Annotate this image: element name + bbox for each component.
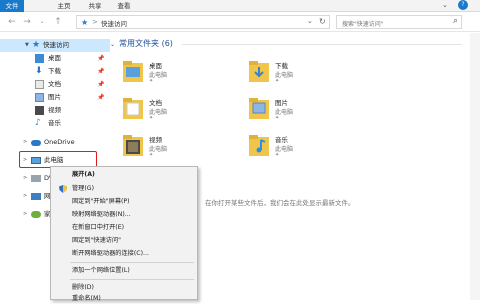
folder-name: 文档 bbox=[149, 99, 162, 107]
vertical-scrollbar[interactable] bbox=[470, 33, 480, 300]
pin-icon: 📌 bbox=[97, 94, 105, 101]
recent-files-empty-message: 在你打开某些文件后，我们会在此处显示最新文件。 bbox=[205, 199, 355, 207]
tab-view[interactable]: 查看 bbox=[112, 0, 136, 12]
videos-icon bbox=[35, 106, 44, 115]
sidebar-item-label: 文档 bbox=[48, 80, 61, 88]
pin-icon: 📌 bbox=[97, 68, 105, 75]
folder-name: 音乐 bbox=[275, 136, 288, 144]
sidebar-item-label: OneDrive bbox=[44, 138, 75, 146]
folder-icon bbox=[249, 98, 269, 119]
ribbon-bar: 文件 主页 共享 查看 ⌄ ? bbox=[0, 0, 480, 12]
group-header[interactable]: ⌄ 常用文件夹 (6) bbox=[110, 38, 173, 49]
folder-name: 桌面 bbox=[149, 62, 162, 70]
sidebar-item-pictures[interactable]: 图片 📌 bbox=[0, 91, 110, 104]
refresh-icon[interactable]: ↻ bbox=[319, 17, 326, 26]
sidebar-item-label: 音乐 bbox=[48, 119, 61, 127]
chevron-down-icon[interactable]: ⌄ bbox=[110, 41, 115, 48]
menu-item-map-network-drive[interactable]: 映射网络驱动器(N)... bbox=[51, 209, 197, 220]
folder-name: 视频 bbox=[149, 136, 162, 144]
sidebar-item-label: 视频 bbox=[48, 106, 61, 114]
forward-arrow-icon[interactable]: → bbox=[21, 16, 33, 28]
recent-locations-icon[interactable]: ⌄ bbox=[36, 16, 48, 28]
pin-icon: 📌 bbox=[97, 55, 105, 62]
menu-item-add-network-location[interactable]: 添加一个网络位置(L) bbox=[51, 265, 197, 276]
download-icon: ⬇ bbox=[35, 66, 43, 76]
music-icon: ♪ bbox=[35, 118, 41, 128]
back-arrow-icon[interactable]: ← bbox=[6, 16, 18, 28]
quick-access-star-icon: ★ bbox=[81, 18, 89, 27]
chevron-right-icon[interactable]: > bbox=[23, 136, 27, 149]
breadcrumb-separator: > bbox=[92, 18, 98, 26]
search-placeholder: 搜索"快速访问" bbox=[342, 21, 384, 28]
network-icon bbox=[31, 193, 41, 200]
sidebar-item-label: 快速访问 bbox=[43, 41, 69, 49]
tab-home[interactable]: 主页 bbox=[52, 0, 76, 12]
folder-icon bbox=[123, 98, 143, 119]
sidebar-item-label: 下载 bbox=[48, 67, 61, 75]
chevron-down-icon[interactable]: ▼ bbox=[25, 39, 29, 52]
sidebar-item-onedrive[interactable]: > OneDrive bbox=[0, 136, 110, 149]
homegroup-icon bbox=[31, 211, 41, 218]
menu-item-pin-to-quick-access[interactable]: 固定到"快速访问" bbox=[51, 235, 197, 246]
folder-icon bbox=[249, 135, 269, 156]
menu-item-disconnect-network-drive[interactable]: 断开网络驱动器的连接(C)... bbox=[51, 248, 197, 259]
menu-separator bbox=[70, 262, 194, 263]
address-row: ← → ⌄ ↑ ★ > 快速访问 ⌄ ↻ 搜索"快速访问" ⌕ bbox=[0, 12, 480, 32]
group-title: 常用文件夹 (6) bbox=[119, 39, 173, 48]
pin-icon: ✦ bbox=[275, 152, 280, 158]
folder-music[interactable]: 音乐 此电脑 ✦ bbox=[248, 130, 448, 162]
desktop-icon bbox=[35, 54, 44, 63]
folder-icon bbox=[123, 135, 143, 156]
pin-icon: ✦ bbox=[149, 78, 154, 84]
menu-separator bbox=[70, 279, 194, 280]
pin-icon: ✦ bbox=[275, 78, 280, 84]
pictures-icon bbox=[35, 93, 44, 102]
uac-shield-icon bbox=[59, 185, 67, 193]
sidebar-item-documents[interactable]: 文档 📌 bbox=[0, 78, 110, 91]
group-divider bbox=[182, 44, 462, 45]
up-arrow-icon[interactable]: ↑ bbox=[52, 16, 64, 28]
folder-name: 图片 bbox=[275, 99, 288, 107]
folder-downloads[interactable]: 下载 此电脑 ✦ bbox=[248, 56, 448, 88]
breadcrumb[interactable]: 快速访问 bbox=[101, 18, 127, 28]
tab-share[interactable]: 共享 bbox=[83, 0, 107, 12]
documents-icon bbox=[35, 80, 44, 89]
search-icon: ⌕ bbox=[452, 16, 458, 26]
menu-item-expand[interactable]: 展开(A) bbox=[51, 169, 197, 180]
menu-item-rename[interactable]: 重命名(M) bbox=[51, 293, 197, 304]
sidebar-item-downloads[interactable]: ⬇ 下载 📌 bbox=[0, 65, 110, 78]
sidebar-item-music[interactable]: ♪ 音乐 bbox=[0, 117, 110, 130]
chevron-down-icon[interactable]: ⌄ bbox=[307, 17, 313, 25]
menu-item-pin-to-start[interactable]: 固定到"开始"屏幕(P) bbox=[51, 196, 197, 207]
search-input[interactable]: 搜索"快速访问" ⌕ bbox=[336, 15, 462, 29]
sidebar-item-desktop[interactable]: 桌面 📌 bbox=[0, 52, 110, 65]
help-icon[interactable]: ? bbox=[458, 0, 468, 10]
folder-icon bbox=[249, 61, 269, 82]
sidebar-item-quick-access[interactable]: ▼ ★ 快速访问 bbox=[0, 39, 110, 52]
folder-pictures[interactable]: 图片 此电脑 ✦ bbox=[248, 93, 448, 125]
pin-icon: 📌 bbox=[97, 81, 105, 88]
chevron-down-icon[interactable]: ⌄ bbox=[442, 1, 448, 9]
chevron-right-icon[interactable]: > bbox=[23, 190, 27, 203]
folder-icon bbox=[123, 61, 143, 82]
star-icon: ★ bbox=[32, 40, 41, 50]
chevron-right-icon[interactable]: > bbox=[23, 208, 27, 221]
sidebar-item-videos[interactable]: 视频 bbox=[0, 104, 110, 117]
context-menu: 展开(A) 管理(G) 固定到"开始"屏幕(P) 映射网络驱动器(N)... 在… bbox=[50, 166, 198, 302]
menu-item-manage[interactable]: 管理(G) bbox=[51, 183, 197, 194]
sidebar-item-label: 图片 bbox=[48, 93, 61, 101]
tab-file[interactable]: 文件 bbox=[0, 0, 24, 12]
drive-icon bbox=[31, 175, 41, 182]
menu-item-delete[interactable]: 删除(D) bbox=[51, 282, 197, 293]
pin-icon: ✦ bbox=[149, 152, 154, 158]
folder-name: 下载 bbox=[275, 62, 288, 70]
chevron-right-icon[interactable]: > bbox=[23, 172, 27, 185]
menu-item-open-new-window[interactable]: 在新窗口中打开(E) bbox=[51, 222, 197, 233]
address-bar[interactable]: ★ > 快速访问 ⌄ ↻ bbox=[76, 15, 330, 29]
cloud-icon bbox=[31, 140, 41, 146]
pin-icon: ✦ bbox=[275, 115, 280, 121]
sidebar-item-label: 桌面 bbox=[48, 54, 61, 62]
pin-icon: ✦ bbox=[149, 115, 154, 121]
